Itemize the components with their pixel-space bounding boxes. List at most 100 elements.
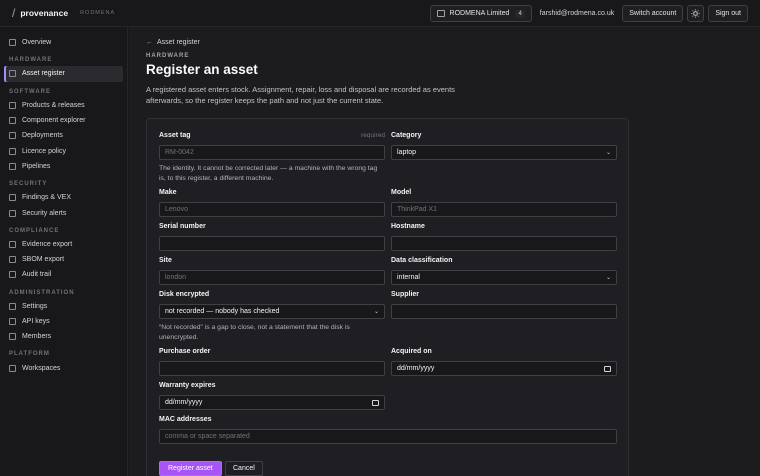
warranty-expires-value: dd/mm/yyyy [165,399,203,406]
mac-addresses-input[interactable]: comma or space separated [159,429,617,444]
sidebar-item-audit-trail[interactable]: Audit trail [4,267,123,282]
sidebar-item-component-explorer[interactable]: Component explorer [4,113,123,128]
sidebar-item-licence-policy[interactable]: Licence policy [4,143,123,158]
supplier-group: Supplier [391,291,617,319]
acquired-on-value: dd/mm/yyyy [397,365,435,372]
asset-tag-help: The identity. It cannot be corrected lat… [159,165,378,182]
sidebar-item-label: Workspaces [22,364,61,372]
monitor-icon [9,70,16,78]
mac-addresses-label: MAC addresses [159,416,212,423]
switch-account-button[interactable]: Switch account [622,5,684,22]
sidebar-item-label: Deployments [22,132,63,140]
sidebar-item-label: Audit trail [22,271,52,279]
calendar-icon[interactable] [372,399,379,406]
supplier-input[interactable] [391,304,617,319]
sidebar-item-label: Licence policy [22,147,66,155]
sidebar-item-security-alerts[interactable]: Security alerts [4,205,123,220]
brand[interactable]: / provenance RODMENA [12,6,115,20]
purchase-order-label: Purchase order [159,348,211,355]
sidebar-item-pipelines[interactable]: Pipelines [4,159,123,174]
sidebar-item-evidence-export[interactable]: Evidence export [4,237,123,252]
file-icon [9,256,16,264]
theme-toggle-button[interactable] [687,5,705,22]
top-bar: / provenance RODMENA RODMENA Limited 4 f… [0,0,760,27]
activity-icon [9,162,16,170]
model-input[interactable]: ThinkPad X1 [391,202,617,217]
sidebar-item-findings[interactable]: Findings & VEX [4,190,123,205]
sidebar-section-platform: PLATFORM [9,351,50,358]
shield-icon [9,194,16,202]
category-select[interactable]: laptop ⌄ [391,145,617,160]
back-link-label: Asset register [157,39,200,46]
sidebar-item-products[interactable]: Products & releases [4,98,123,113]
purchase-order-input[interactable] [159,361,385,376]
package-icon [9,101,16,109]
page-eyebrow: HARDWARE [146,53,190,59]
required-indicator: required [361,132,385,139]
sidebar-item-label: Findings & VEX [22,194,72,202]
data-classification-select[interactable]: internal ⌄ [391,270,617,285]
asset-tag-label-row: Asset tag required [159,132,385,142]
supplier-label: Supplier [391,291,420,298]
chevron-down-icon: ⌄ [605,150,611,156]
arrow-left-icon: ← [146,39,153,46]
sidebar-item-label: Pipelines [22,162,51,170]
site-input[interactable]: london [159,270,385,285]
acquired-on-input[interactable]: dd/mm/yyyy [391,361,617,376]
sidebar-section-security: SECURITY [9,181,48,188]
calendar-icon[interactable] [604,365,611,372]
hostname-input[interactable] [391,236,617,251]
sliders-icon [9,302,16,310]
sidebar-item-label: Overview [22,39,52,47]
warranty-expires-input[interactable]: dd/mm/yyyy [159,395,385,410]
sidebar-item-label: Products & releases [22,101,85,109]
page-header: ← Asset register HARDWARE Register an as… [146,39,646,106]
sidebar-item-api-keys[interactable]: API keys [4,314,123,329]
document-icon [9,147,16,155]
server-icon [9,132,16,140]
serial-number-group: Serial number [159,223,385,251]
serial-number-input[interactable] [159,236,385,251]
purchase-order-group: Purchase order [159,348,385,376]
sidebar-section-administration: ADMINISTRATION [9,289,75,296]
sidebar-item-members[interactable]: Members [4,329,123,344]
disk-encrypted-select[interactable]: not recorded — nobody has checked ⌄ [159,304,385,319]
site-group: Site london [159,257,385,285]
data-classification-label: Data classification [391,257,453,264]
sidebar-item-workspaces[interactable]: Workspaces [4,360,123,375]
data-classification-group: Data classification internal ⌄ [391,257,617,285]
chevron-down-icon: ⌄ [605,275,611,281]
sidebar-item-overview[interactable]: Overview [4,35,123,50]
disk-encrypted-group: Disk encrypted not recorded — nobody has… [159,291,385,343]
sidebar-item-settings[interactable]: Settings [4,299,123,314]
make-label: Make [159,189,177,196]
register-asset-button[interactable]: Register asset [159,461,222,476]
sidebar-item-sbom-export[interactable]: SBOM export [4,252,123,267]
sidebar-item-label: Security alerts [22,209,67,217]
asset-tag-group: Asset tag required RM-0042 The identity. … [159,132,385,184]
disk-encrypted-help: “Not recorded” is a gap to close, not a … [159,324,350,341]
users-icon [9,333,16,341]
category-label: Category [391,132,422,139]
sidebar-item-label: SBOM export [22,256,65,264]
asset-tag-input[interactable]: RM-0042 [159,145,385,160]
org-tag: RODMENA [80,10,116,16]
back-link[interactable]: ← Asset register [146,39,646,46]
sidebar: Overview HARDWARE Asset register SOFTWAR… [0,27,128,476]
sign-out-button[interactable]: Sign out [708,5,748,22]
cancel-button[interactable]: Cancel [225,461,263,476]
site-label: Site [159,257,172,264]
make-group: Make Lenovo [159,189,385,217]
org-switcher-button[interactable]: RODMENA Limited 4 [429,5,532,22]
sun-icon [691,9,701,18]
serial-number-label: Serial number [159,223,206,230]
acquired-on-label: Acquired on [391,348,432,355]
category-group: Category laptop ⌄ [391,132,617,160]
make-input[interactable]: Lenovo [159,202,385,217]
sidebar-item-asset-register[interactable]: Asset register [4,66,123,82]
sidebar-item-label: Evidence export [22,240,73,248]
sidebar-item-label: Component explorer [22,117,86,125]
disk-encrypted-label: Disk encrypted [159,291,210,298]
sidebar-item-label: Members [22,333,52,341]
sidebar-item-deployments[interactable]: Deployments [4,128,123,143]
